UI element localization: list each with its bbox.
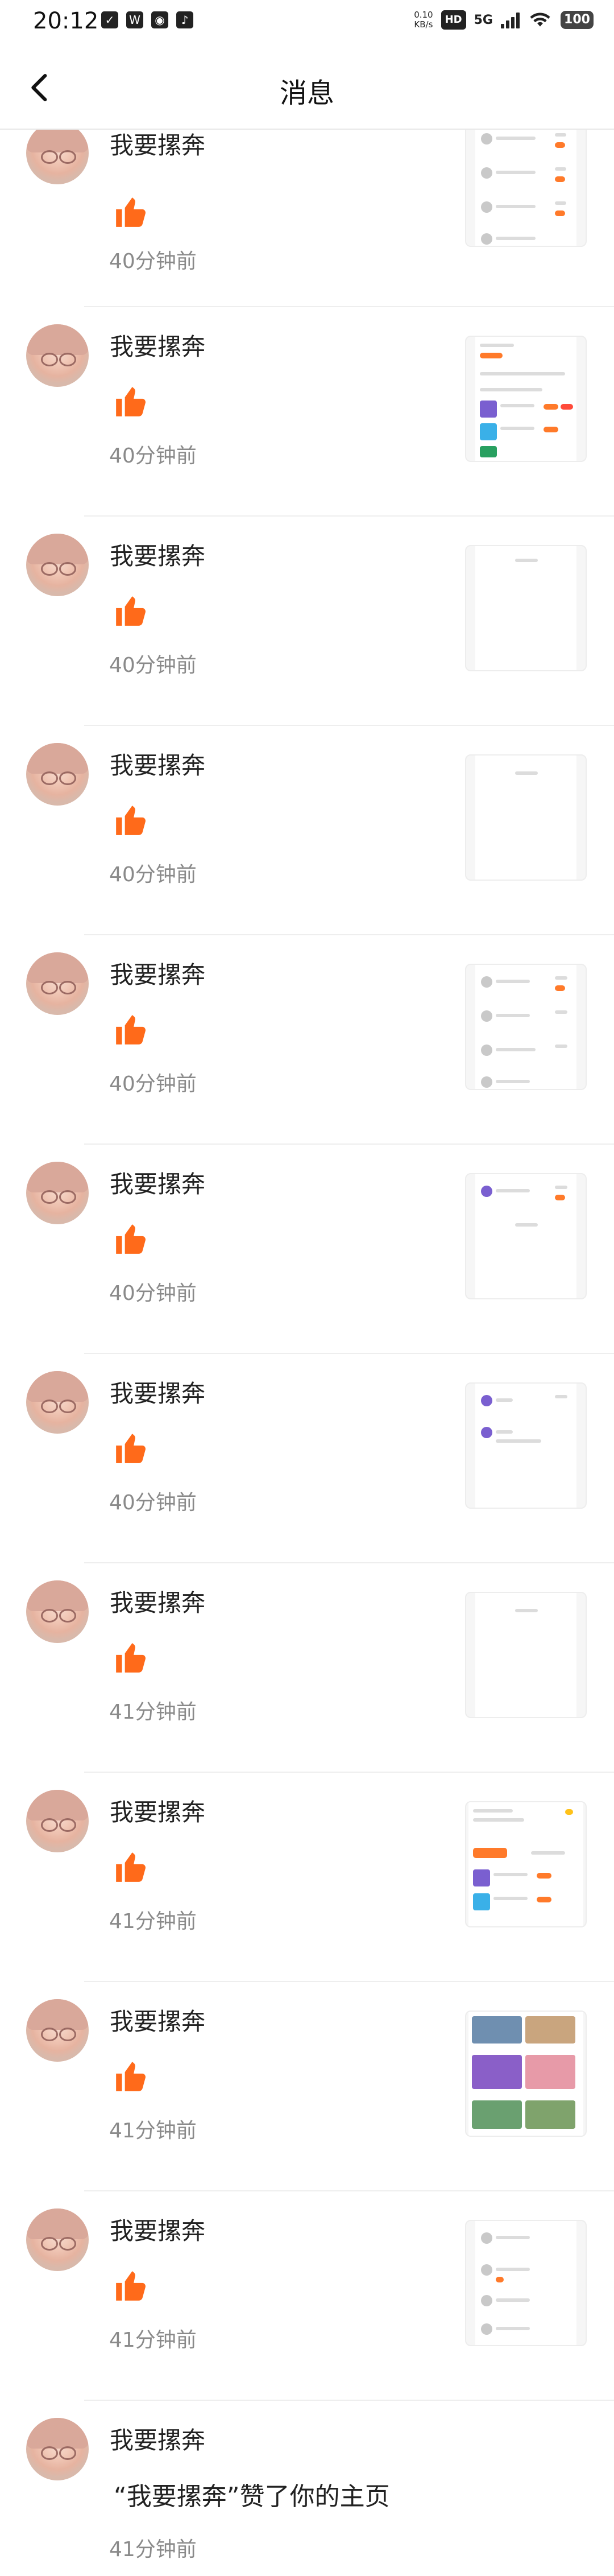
username[interactable]: 我要摞奔 [110,1165,205,1200]
network-speed-unit: KB/s [414,19,433,30]
time-ago: 41分钟前 [109,1700,197,1724]
wifi-icon [530,13,550,27]
thumbs-up-icon [116,2062,146,2091]
list-item[interactable]: 我要摞奔 “我要摞奔”赞了你的主页 41分钟前 [0,2401,614,2576]
homepage-like-message: “我要摞奔”赞了你的主页 [114,2482,390,2511]
list-item[interactable]: 我要摞奔 40分钟前 [0,935,614,1145]
list-item[interactable]: 我要摞奔 40分钟前 [0,1354,614,1563]
avatar[interactable] [26,534,89,596]
username[interactable]: 我要摞奔 [110,2421,205,2456]
avatar[interactable] [26,1162,89,1224]
post-preview-thumbnail[interactable] [465,1801,587,1927]
time-ago: 40分钟前 [109,250,197,273]
username[interactable]: 我要摞奔 [110,1584,205,1619]
status-time: 20:12 [33,8,99,34]
thumbs-up-icon [116,2271,146,2301]
list-item[interactable]: 我要摞奔 40分钟前 [0,517,614,726]
time-ago: 41分钟前 [109,2329,197,2352]
username[interactable]: 我要摞奔 [110,537,205,572]
avatar[interactable] [26,324,89,387]
avatar[interactable] [26,743,89,806]
tiktok-icon: ♪ [176,11,193,28]
list-item[interactable]: 我要摞奔 41分钟前 [0,1982,614,2191]
post-preview-thumbnail[interactable] [465,336,587,462]
avatar[interactable] [26,1371,89,1434]
list-item[interactable]: 我要摞奔 40分钟前 [0,1145,614,1354]
battery-icon: 100 [561,11,594,29]
post-preview-thumbnail[interactable] [465,1173,587,1299]
thumbs-up-icon [116,1015,146,1045]
signal-strength-icon [501,11,520,28]
post-preview-thumbnail[interactable] [465,2011,587,2137]
list-item[interactable]: 我要摞奔 41分钟前 [0,1773,614,1982]
list-item[interactable]: 我要摞奔 41分钟前 [0,1563,614,1773]
post-preview-thumbnail[interactable] [465,1382,587,1509]
username[interactable]: 我要摞奔 [110,2003,205,2037]
time-ago: 40分钟前 [109,1282,197,1305]
username[interactable]: 我要摞奔 [110,328,205,362]
username[interactable]: 我要摞奔 [110,126,205,161]
wechat-icon: ◉ [151,11,168,28]
post-preview-thumbnail[interactable] [465,1592,587,1718]
network-speed: 0.10 KB/s [414,10,433,30]
time-ago: 41分钟前 [109,2538,197,2561]
username[interactable]: 我要摞奔 [110,956,205,990]
w-icon: W [126,11,143,28]
time-ago: 40分钟前 [109,1072,197,1096]
network-speed-value: 0.10 [414,10,433,20]
username[interactable]: 我要摞奔 [110,746,205,781]
time-ago: 40分钟前 [109,654,197,677]
thumbs-up-icon [116,1434,146,1463]
avatar[interactable] [26,122,89,184]
check-icon: ✓ [101,11,118,28]
post-preview-thumbnail[interactable] [465,545,587,671]
thumbs-up-icon [116,387,146,416]
list-item[interactable]: 我要摞奔 41分钟前 [0,2191,614,2401]
avatar[interactable] [26,1999,89,2062]
avatar[interactable] [26,2208,89,2271]
hd-badge: HD [441,10,466,30]
thumbs-up-icon [116,197,146,227]
username[interactable]: 我要摞奔 [110,1374,205,1409]
thumbs-up-icon [116,1643,146,1673]
avatar[interactable] [26,1580,89,1643]
post-preview-thumbnail[interactable] [465,964,587,1090]
username[interactable]: 我要摞奔 [110,2212,205,2247]
time-ago: 40分钟前 [109,863,197,886]
time-ago: 40分钟前 [109,1491,197,1514]
thumbs-up-icon [116,596,146,626]
time-ago: 41分钟前 [109,2119,197,2142]
status-bar: 20:12 ✓ W ◉ ♪ 0.10 KB/s HD 5G 100 [0,0,614,48]
username[interactable]: 我要摞奔 [110,1793,205,1828]
post-preview-thumbnail[interactable] [465,121,587,247]
post-preview-thumbnail[interactable] [465,2220,587,2346]
page-title: 消息 [279,77,334,109]
thumbs-up-icon [116,1224,146,1254]
time-ago: 41分钟前 [109,1910,197,1933]
thumbs-up-icon [116,1852,146,1882]
thumbs-up-icon [116,806,146,835]
header: 消息 [0,48,614,130]
status-indicators: 0.10 KB/s HD 5G 100 [414,10,594,30]
avatar[interactable] [26,952,89,1015]
time-ago: 40分钟前 [109,444,197,468]
signal-label: 5G [474,13,493,27]
avatar[interactable] [26,2418,89,2480]
list-item[interactable]: 我要摞奔 40分钟前 [0,726,614,935]
status-app-icons: ✓ W ◉ ♪ [101,11,193,28]
list-item[interactable]: 我要摞奔 40分钟前 [0,307,614,517]
avatar[interactable] [26,1790,89,1852]
post-preview-thumbnail[interactable] [465,754,587,881]
